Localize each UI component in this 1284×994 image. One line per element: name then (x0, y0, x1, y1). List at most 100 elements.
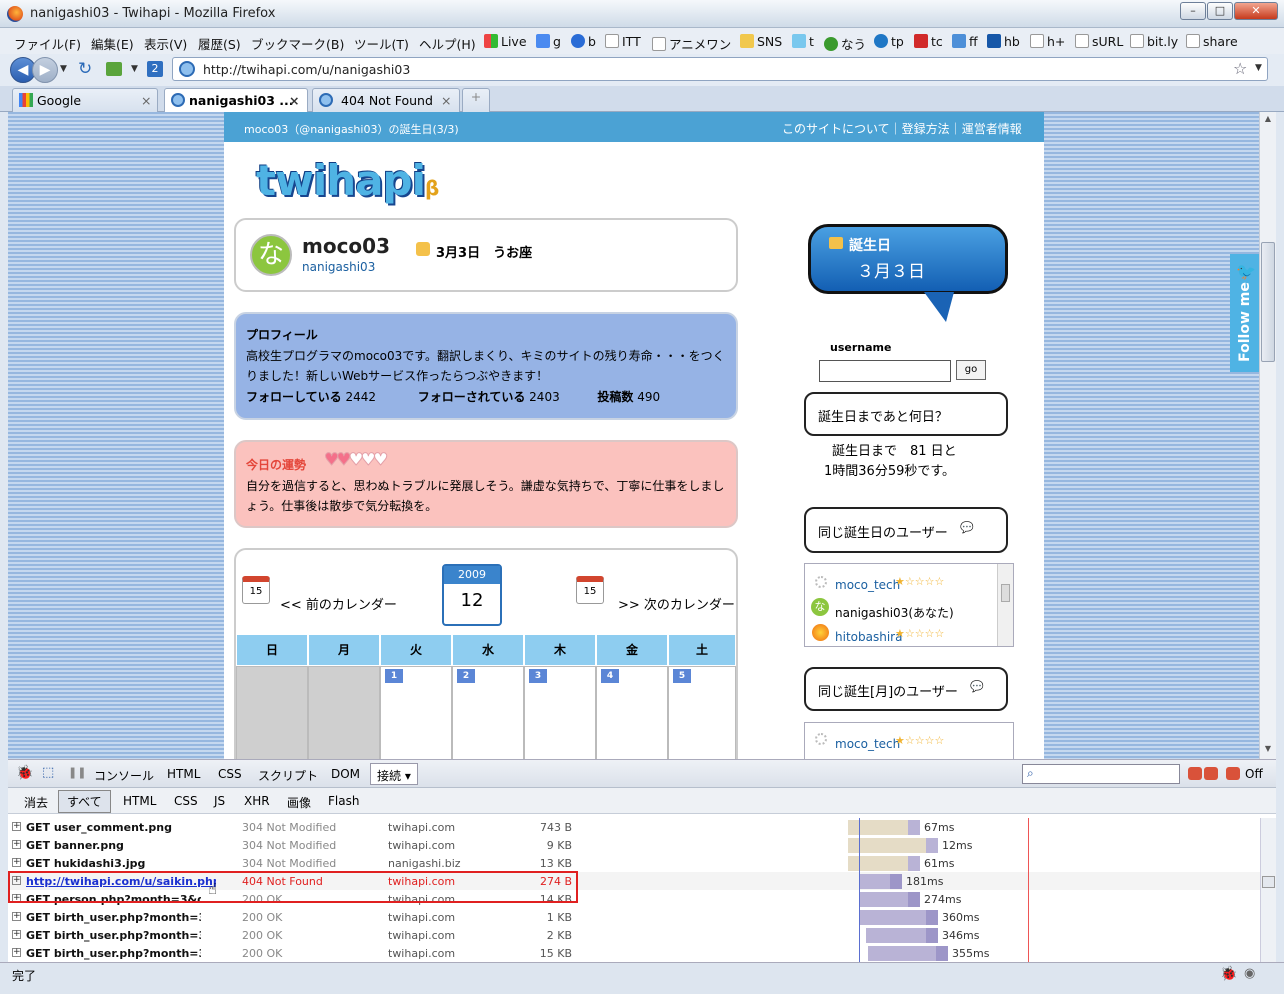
twihapi-logo[interactable]: twihapiβ (256, 156, 439, 205)
menu-tools[interactable]: ツール(T) (354, 34, 409, 53)
tab-google[interactable]: Google × (12, 88, 158, 112)
expand-icon[interactable]: + (12, 840, 21, 849)
firebug-bug-icon[interactable]: 🐞 (16, 765, 33, 781)
fb-tab-net[interactable]: 接続 ▾ (370, 763, 418, 785)
net-filter-images[interactable]: 画像 (287, 794, 311, 811)
net-scroll-thumb[interactable] (1262, 876, 1275, 888)
net-request-row[interactable]: + GET birth_user.php?month=3& 200 OK twihap… (8, 944, 1276, 962)
bookmark-share[interactable]: share (1186, 34, 1238, 49)
scroll-down-icon[interactable]: ▼ (1261, 742, 1275, 756)
calendar-day-5[interactable]: 5 (668, 666, 736, 759)
home-dropdown-icon[interactable]: ▼ (131, 64, 138, 74)
home-icon[interactable] (106, 62, 122, 76)
menu-help[interactable]: ヘルプ(H) (419, 34, 476, 53)
minimize-button[interactable]: – (1180, 2, 1206, 20)
addon-status-icon[interactable]: ◉ (1244, 966, 1255, 981)
detach-firebug-icon[interactable] (1204, 767, 1218, 780)
user-handle[interactable]: nanigashi03 (302, 260, 375, 274)
addon-icon[interactable]: 2 (147, 61, 163, 77)
fb-tab-console[interactable]: コンソール (94, 767, 154, 784)
net-request-row[interactable]: + GET birth_user.php?month=3& 200 OK twihap… (8, 926, 1276, 944)
net-request-row[interactable]: + GET birth_user.php?month=3& 200 OK twihap… (8, 908, 1276, 926)
net-filter-flash[interactable]: Flash (328, 794, 359, 808)
firebug-status-icon[interactable]: 🐞 (1220, 966, 1237, 982)
avatar[interactable]: な (250, 234, 292, 276)
firebug-off-label[interactable]: Off (1245, 767, 1263, 781)
prev-calendar-icon[interactable]: 15 (242, 576, 270, 604)
bookmark-ff[interactable]: ff (952, 34, 978, 49)
fb-tab-dom[interactable]: DOM (331, 767, 360, 781)
bookmark-b[interactable]: b (571, 34, 596, 49)
minimize-firebug-icon[interactable] (1188, 767, 1202, 780)
bookmark-t[interactable]: t (792, 34, 814, 49)
bookmark-bitly[interactable]: bit.ly (1130, 34, 1178, 49)
reload-icon[interactable]: ↻ (78, 59, 92, 79)
bookmark-animeone[interactable]: アニメワン (652, 34, 731, 53)
net-filter-all[interactable]: すべて (58, 790, 111, 813)
bookmark-nau[interactable]: なう (824, 34, 866, 53)
list-scroll-thumb[interactable] (1001, 584, 1010, 602)
menu-edit[interactable]: 編集(E) (91, 34, 134, 53)
link-about[interactable]: このサイトについて (782, 122, 890, 136)
fb-tab-html[interactable]: HTML (167, 767, 200, 781)
username-input[interactable] (819, 360, 951, 382)
url-dropdown-icon[interactable]: ▼ (1255, 63, 1262, 73)
expand-icon[interactable]: + (12, 948, 21, 957)
follow-me-tab[interactable]: 🐦 Follow me (1230, 254, 1259, 372)
tab-close-icon[interactable]: × (441, 93, 451, 108)
power-icon[interactable] (1226, 767, 1240, 780)
new-tab-button[interactable]: + (462, 88, 490, 112)
bookmark-hplus[interactable]: h+ (1030, 34, 1065, 49)
bookmark-tc[interactable]: tc (914, 34, 943, 49)
menu-file[interactable]: ファイル(F) (14, 34, 81, 53)
bookmark-sns[interactable]: SNS (740, 34, 782, 49)
net-filter-xhr[interactable]: XHR (244, 794, 270, 808)
expand-icon[interactable]: + (12, 912, 21, 921)
bookmark-g[interactable]: g (536, 34, 561, 49)
history-dropdown-icon[interactable]: ▼ (60, 64, 67, 74)
firebug-search-input[interactable]: ⌕ (1022, 764, 1180, 784)
bookmark-hb[interactable]: hb (987, 34, 1020, 49)
expand-icon[interactable]: + (12, 858, 21, 867)
net-request-row[interactable]: + GET banner.png 304 Not Modified twihapi.c… (8, 836, 1276, 854)
forward-button[interactable]: ▶ (32, 57, 58, 83)
expand-icon[interactable]: + (12, 930, 21, 939)
same-day-user-1[interactable]: moco_tech (835, 578, 900, 592)
bookmark-surl[interactable]: sURL (1075, 34, 1123, 49)
maximize-button[interactable]: □ (1207, 2, 1233, 20)
menu-view[interactable]: 表示(V) (144, 34, 187, 53)
url-bar[interactable]: http://twihapi.com/u/nanigashi03 ☆ ▼ (172, 57, 1268, 81)
tab-nanigashi03[interactable]: nanigashi03 ... × (164, 88, 308, 113)
scroll-thumb[interactable] (1261, 242, 1275, 362)
net-scrollbar[interactable] (1260, 818, 1276, 963)
net-clear-button[interactable]: 消去 (24, 794, 48, 811)
go-button[interactable]: go (956, 360, 986, 380)
net-request-row[interactable]: + GET hukidashi3.jpg 304 Not Modified nanig… (8, 854, 1276, 872)
inspect-icon[interactable]: ⬚ (42, 765, 54, 780)
tab-404[interactable]: 404 Not Found × (312, 88, 460, 112)
bookmark-tp[interactable]: tp (874, 34, 904, 49)
prev-calendar-link[interactable]: << 前のカレンダー (280, 594, 397, 613)
next-calendar-icon[interactable]: 15 (576, 576, 604, 604)
net-filter-html[interactable]: HTML (123, 794, 156, 808)
pause-icon[interactable]: ❚❚ (68, 766, 86, 779)
fb-tab-css[interactable]: CSS (218, 767, 242, 781)
net-request-row[interactable]: + GET user_comment.png 304 Not Modified twi… (8, 818, 1276, 836)
tab-close-icon[interactable]: × (289, 93, 299, 108)
scroll-up-icon[interactable]: ▲ (1261, 112, 1275, 126)
net-filter-css[interactable]: CSS (174, 794, 198, 808)
net-filter-js[interactable]: JS (214, 794, 225, 808)
menu-bookmarks[interactable]: ブックマーク(B) (251, 34, 344, 53)
url-text[interactable]: http://twihapi.com/u/nanigashi03 (203, 62, 410, 77)
bookmark-live[interactable]: Live (484, 34, 527, 49)
tab-close-icon[interactable]: × (141, 93, 151, 108)
same-month-user-1[interactable]: moco_tech (835, 737, 900, 751)
same-day-user-3[interactable]: hitobashira (835, 630, 902, 644)
next-calendar-link[interactable]: >> 次のカレンダー (618, 594, 735, 613)
page-scrollbar[interactable]: ▲ ▼ (1259, 112, 1276, 759)
calendar-day-1[interactable]: 1 (380, 666, 452, 759)
expand-icon[interactable]: + (12, 822, 21, 831)
link-operator[interactable]: 運営者情報 (962, 122, 1022, 136)
bookmark-itt[interactable]: ITT (605, 34, 641, 49)
calendar-day-4[interactable]: 4 (596, 666, 668, 759)
